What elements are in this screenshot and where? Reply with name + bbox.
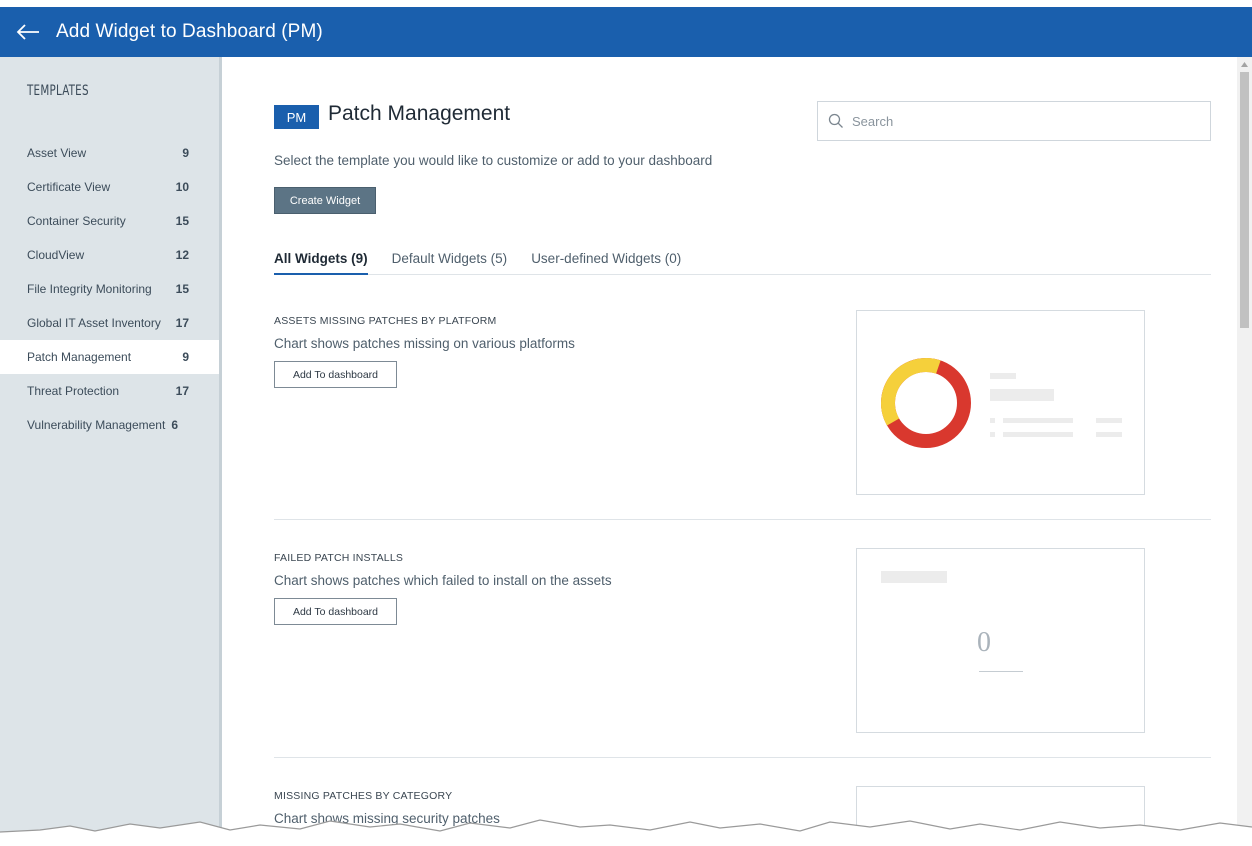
search-box[interactable] [817, 101, 1211, 141]
legend-placeholder-bar [990, 373, 1016, 379]
sidebar-item-count: 15 [175, 282, 189, 296]
scroll-up-button[interactable] [1237, 57, 1252, 72]
sidebar-list: Asset View 9 Certificate View 10 Contain… [0, 136, 219, 442]
preview-number-underline [979, 671, 1023, 672]
legend-placeholder-bar [1096, 418, 1122, 423]
vertical-scrollbar[interactable] [1237, 57, 1252, 846]
sidebar-item-label: Threat Protection [27, 384, 120, 398]
title-placeholder-bar [881, 571, 947, 583]
tab-user-defined-widgets[interactable]: User-defined Widgets (0) [531, 244, 681, 275]
search-input[interactable] [852, 113, 1192, 129]
tab-default-widgets[interactable]: Default Widgets (5) [392, 244, 508, 275]
sidebar-item-count: 9 [182, 146, 189, 160]
preview-number-value: 0 [977, 627, 991, 658]
sidebar-item-asset-view[interactable]: Asset View 9 [0, 136, 219, 170]
legend-placeholder-bar [1003, 432, 1073, 437]
sidebar-item-threat-protection[interactable]: Threat Protection 17 [0, 374, 219, 408]
donut-chart-preview [881, 358, 1122, 448]
sidebar-item-cloudview[interactable]: CloudView 12 [0, 238, 219, 272]
sidebar-item-label: Global IT Asset Inventory [27, 316, 161, 330]
caret-up-icon [1241, 62, 1248, 67]
sidebar-item-label: Patch Management [27, 350, 132, 364]
sidebar-item-count: 15 [175, 214, 189, 228]
sidebar-heading: TEMPLATES [27, 83, 89, 99]
module-badge: PM [274, 105, 319, 129]
sidebar-item-label: Asset View [27, 146, 87, 160]
add-to-dashboard-button[interactable]: Add To dashboard [274, 361, 397, 388]
sidebar-item-global-it-asset-inventory[interactable]: Global IT Asset Inventory 17 [0, 306, 219, 340]
sidebar-item-label: Vulnerability Management [27, 418, 166, 432]
sidebar-item-patch-management[interactable]: Patch Management 9 [0, 340, 219, 374]
sidebar-item-count: 9 [182, 350, 189, 364]
widget-tabs: All Widgets (9) Default Widgets (5) User… [274, 244, 1211, 275]
legend-placeholder-bar [1096, 432, 1122, 437]
back-button[interactable] [0, 7, 56, 57]
sidebar-item-label: Certificate View [27, 180, 111, 194]
widget-preview-donut [856, 310, 1145, 495]
sidebar-item-label: File Integrity Monitoring [27, 282, 152, 296]
sidebar-item-file-integrity-monitoring[interactable]: File Integrity Monitoring 15 [0, 272, 219, 306]
sidebar-item-label: CloudView [27, 248, 85, 262]
widget-preview-number: 0 [856, 548, 1145, 733]
sidebar-item-count: 10 [175, 180, 189, 194]
sidebar-item-label: Container Security [27, 214, 126, 228]
add-to-dashboard-button[interactable]: Add To dashboard [274, 598, 397, 625]
templates-sidebar: TEMPLATES Asset View 9 Certificate View … [0, 57, 222, 846]
widget-divider [274, 519, 1211, 520]
legend-placeholder-bar [990, 432, 995, 437]
sidebar-item-count: 6 [171, 418, 178, 432]
legend-placeholder-bar [990, 389, 1054, 401]
tab-all-widgets[interactable]: All Widgets (9) [274, 244, 368, 275]
create-widget-button[interactable]: Create Widget [274, 187, 376, 214]
legend-placeholder-bar [990, 418, 995, 423]
page-title: Patch Management [328, 102, 511, 125]
sidebar-item-count: 17 [175, 384, 189, 398]
arrow-left-icon [16, 24, 39, 40]
sidebar-item-container-security[interactable]: Container Security 15 [0, 204, 219, 238]
dialog-title: Add Widget to Dashboard (PM) [56, 21, 323, 42]
scrollbar-thumb[interactable] [1240, 72, 1249, 328]
sidebar-item-certificate-view[interactable]: Certificate View 10 [0, 170, 219, 204]
page-subtitle: Select the template you would like to cu… [274, 153, 713, 168]
sidebar-item-count: 17 [175, 316, 189, 330]
sidebar-item-count: 12 [175, 248, 189, 262]
legend-placeholder-bar [1003, 418, 1073, 423]
torn-edge-decoration [0, 819, 1252, 846]
widget-divider [274, 757, 1211, 758]
sidebar-item-vulnerability-management[interactable]: Vulnerability Management 6 [0, 408, 219, 442]
title-bar: Add Widget to Dashboard (PM) [0, 7, 1252, 57]
search-icon [828, 113, 843, 128]
main-content: PM Patch Management Select the template … [222, 57, 1237, 846]
